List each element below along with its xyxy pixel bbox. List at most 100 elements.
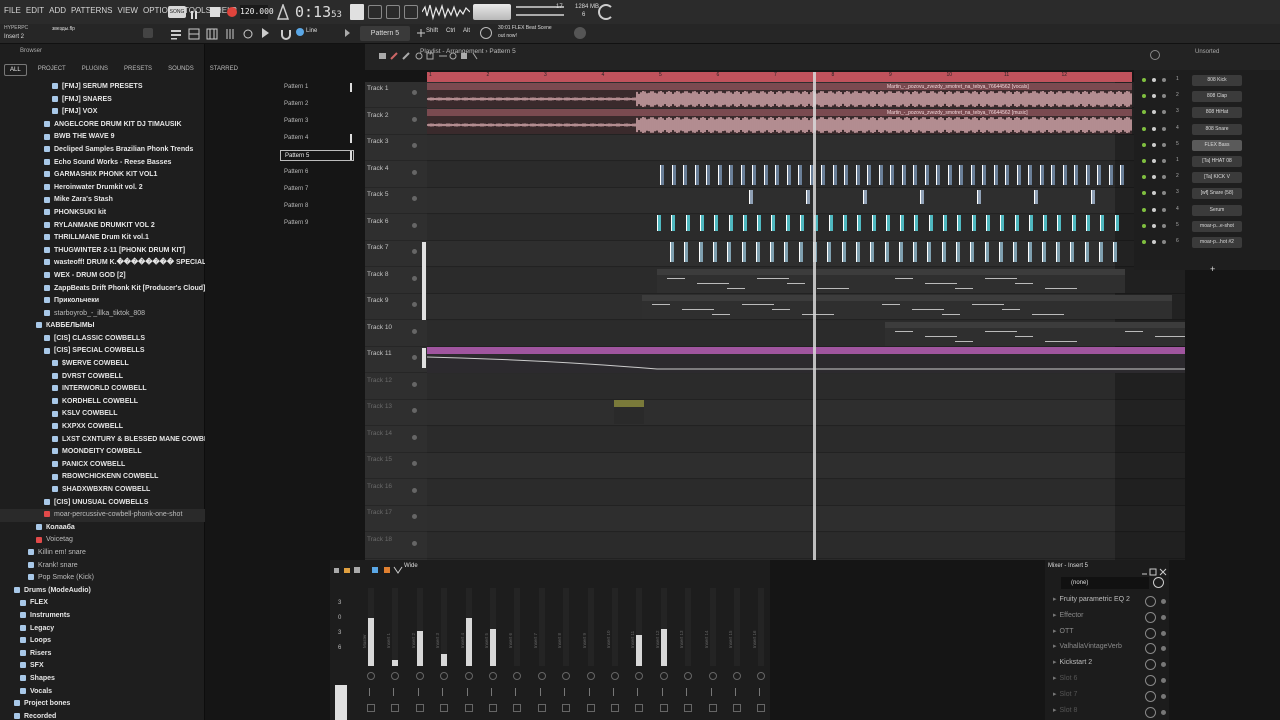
pattern-note[interactable] [878,165,883,185]
bar-number[interactable]: 9 [889,72,892,78]
effect-slot[interactable]: ▸ Fruity parametric EQ 2 [1053,595,1166,609]
playlist-icon[interactable] [170,27,182,40]
add-pattern-icon[interactable] [416,26,426,40]
send-arrow-icon[interactable] [759,688,763,696]
track-mute-led[interactable] [412,355,417,360]
tab-all[interactable]: ALL [4,64,27,76]
browser-item[interactable]: Shapes [0,673,205,686]
channel-row[interactable]: 6 moar-p...hot #2 [1134,235,1280,250]
pattern-note[interactable] [914,215,919,231]
slot-mix-knob[interactable] [1145,643,1156,655]
plugin-icon[interactable] [242,27,254,39]
track-header[interactable]: Track 14 [365,427,427,453]
channel-name-button[interactable]: Serum [1192,204,1242,216]
pan-knob[interactable] [1162,175,1166,180]
pattern-note[interactable] [1099,242,1103,262]
pattern-note[interactable] [806,190,810,204]
hint-icon[interactable] [143,28,153,38]
tab-plugins[interactable]: PLUGINS [77,64,113,76]
browser-item[interactable]: LXST CXNTURY & BLESSED MANE COWBELL [0,434,205,447]
pattern-note[interactable] [1120,165,1124,185]
pattern-note[interactable] [1014,215,1019,231]
pattern-note[interactable] [1000,215,1005,231]
pattern-note[interactable] [1039,165,1044,185]
play-icon[interactable] [262,28,269,38]
mixer-strip[interactable]: Insert 3 [433,580,455,720]
pattern-note[interactable] [1097,165,1101,185]
slot-enable-led[interactable] [1161,709,1166,715]
solo-led[interactable] [1152,159,1156,163]
pattern-note[interactable] [757,215,762,231]
browser-item[interactable]: KORDHELL COWBELL [0,396,205,409]
track-mute-led[interactable] [412,222,417,228]
pattern-note[interactable] [1043,215,1048,231]
browser-item[interactable]: Heroinwater Drumkit vol. 2 [0,182,205,195]
tempo-display[interactable]: 120.000 [240,5,274,19]
channel-name-button[interactable]: moar-p...e-shot [1192,220,1242,232]
pan-knob[interactable] [1162,126,1166,131]
browser-item[interactable]: moar-percussive-cowbell-phonk-one-shot [0,509,205,522]
browser-item[interactable]: THRILLMANE Drum Kit vol.1 [0,232,205,245]
slot-mix-knob[interactable] [1145,706,1156,718]
browser-item[interactable]: КАВБЕЛЫМЫ [0,320,205,333]
pattern-note[interactable] [1028,215,1033,231]
send-arrow-icon[interactable] [466,688,471,696]
browser-item[interactable]: SHADXWBXRN COWBELL [0,484,205,497]
channel-name-button[interactable]: moar-p...hot #2 [1192,237,1242,248]
slot-mix-knob[interactable] [1145,675,1156,686]
pattern-item[interactable]: Pattern 7 [280,184,354,195]
browser-item[interactable]: Instruments [0,610,205,623]
track-mute-led[interactable] [412,461,417,466]
pattern-note[interactable] [1091,190,1095,204]
insert-enable-icon[interactable] [1153,577,1164,588]
solo-led[interactable] [1152,78,1156,82]
pattern-note[interactable] [740,165,745,185]
pattern-note[interactable] [884,242,889,262]
slot-enable-led[interactable] [1161,630,1166,636]
bar-number[interactable]: 12 [1062,72,1068,78]
slot-enable-led[interactable] [1161,599,1166,604]
pause-icon[interactable] [190,7,198,19]
pan-knob[interactable] [1162,142,1166,147]
route-icon[interactable] [611,704,619,712]
pan-knob[interactable] [757,672,766,680]
send-arrow-icon[interactable] [491,688,495,696]
pan-knob[interactable] [537,672,546,680]
pattern-note[interactable] [1056,242,1061,262]
playlist-lane[interactable] [427,426,1185,453]
browser-item[interactable]: Legacy [0,623,205,636]
playlist-lane[interactable] [427,135,1185,161]
send-arrow-icon[interactable] [661,688,666,696]
track-mute-led[interactable] [412,169,417,175]
mixer-strip[interactable]: Insert 4 [458,580,480,720]
solo-led[interactable] [1152,94,1156,99]
pattern-note[interactable] [1070,242,1075,262]
pattern-note[interactable] [855,242,860,262]
pan-knob[interactable] [708,672,717,680]
mute-led[interactable] [1142,223,1146,228]
route-icon[interactable] [513,704,522,712]
browser-item[interactable]: KXPXX COWBELL [0,421,205,434]
track-header[interactable]: Track 4 [365,162,427,188]
mixer-strip[interactable]: Insert 7 [531,580,553,720]
browser-item[interactable]: Risers [0,648,205,661]
menu-add[interactable]: ADD [49,6,66,15]
menu-file[interactable]: FILE [4,6,21,15]
bar-number[interactable]: 8 [832,72,835,78]
online-icon[interactable] [574,27,586,39]
browser-item[interactable]: RYLANMANE DRUMKIT VOL 2 [0,220,205,233]
mixer-strip[interactable]: Insert 6 [506,580,528,720]
pattern-note[interactable] [1013,242,1018,262]
pattern-note[interactable] [943,215,947,231]
mixer-strip[interactable]: Insert 9 [580,580,602,720]
route-icon[interactable] [733,704,741,712]
snap-mode[interactable]: Line [306,28,317,34]
pattern-note[interactable] [749,190,753,204]
route-icon[interactable] [708,704,717,712]
channel-filter[interactable]: Unsorted [1195,49,1219,55]
pattern-note[interactable] [1028,165,1032,185]
browser-item[interactable]: Decliped Samples Brazilian Phonk Trends [0,144,205,157]
mixer-strip[interactable]: Insert 13 [677,580,699,720]
automation-clip[interactable]: Xvox Tone (Master) - Mix level [427,347,1185,373]
channel-row[interactable]: 3 [wf] Snare (58) [1134,186,1280,201]
